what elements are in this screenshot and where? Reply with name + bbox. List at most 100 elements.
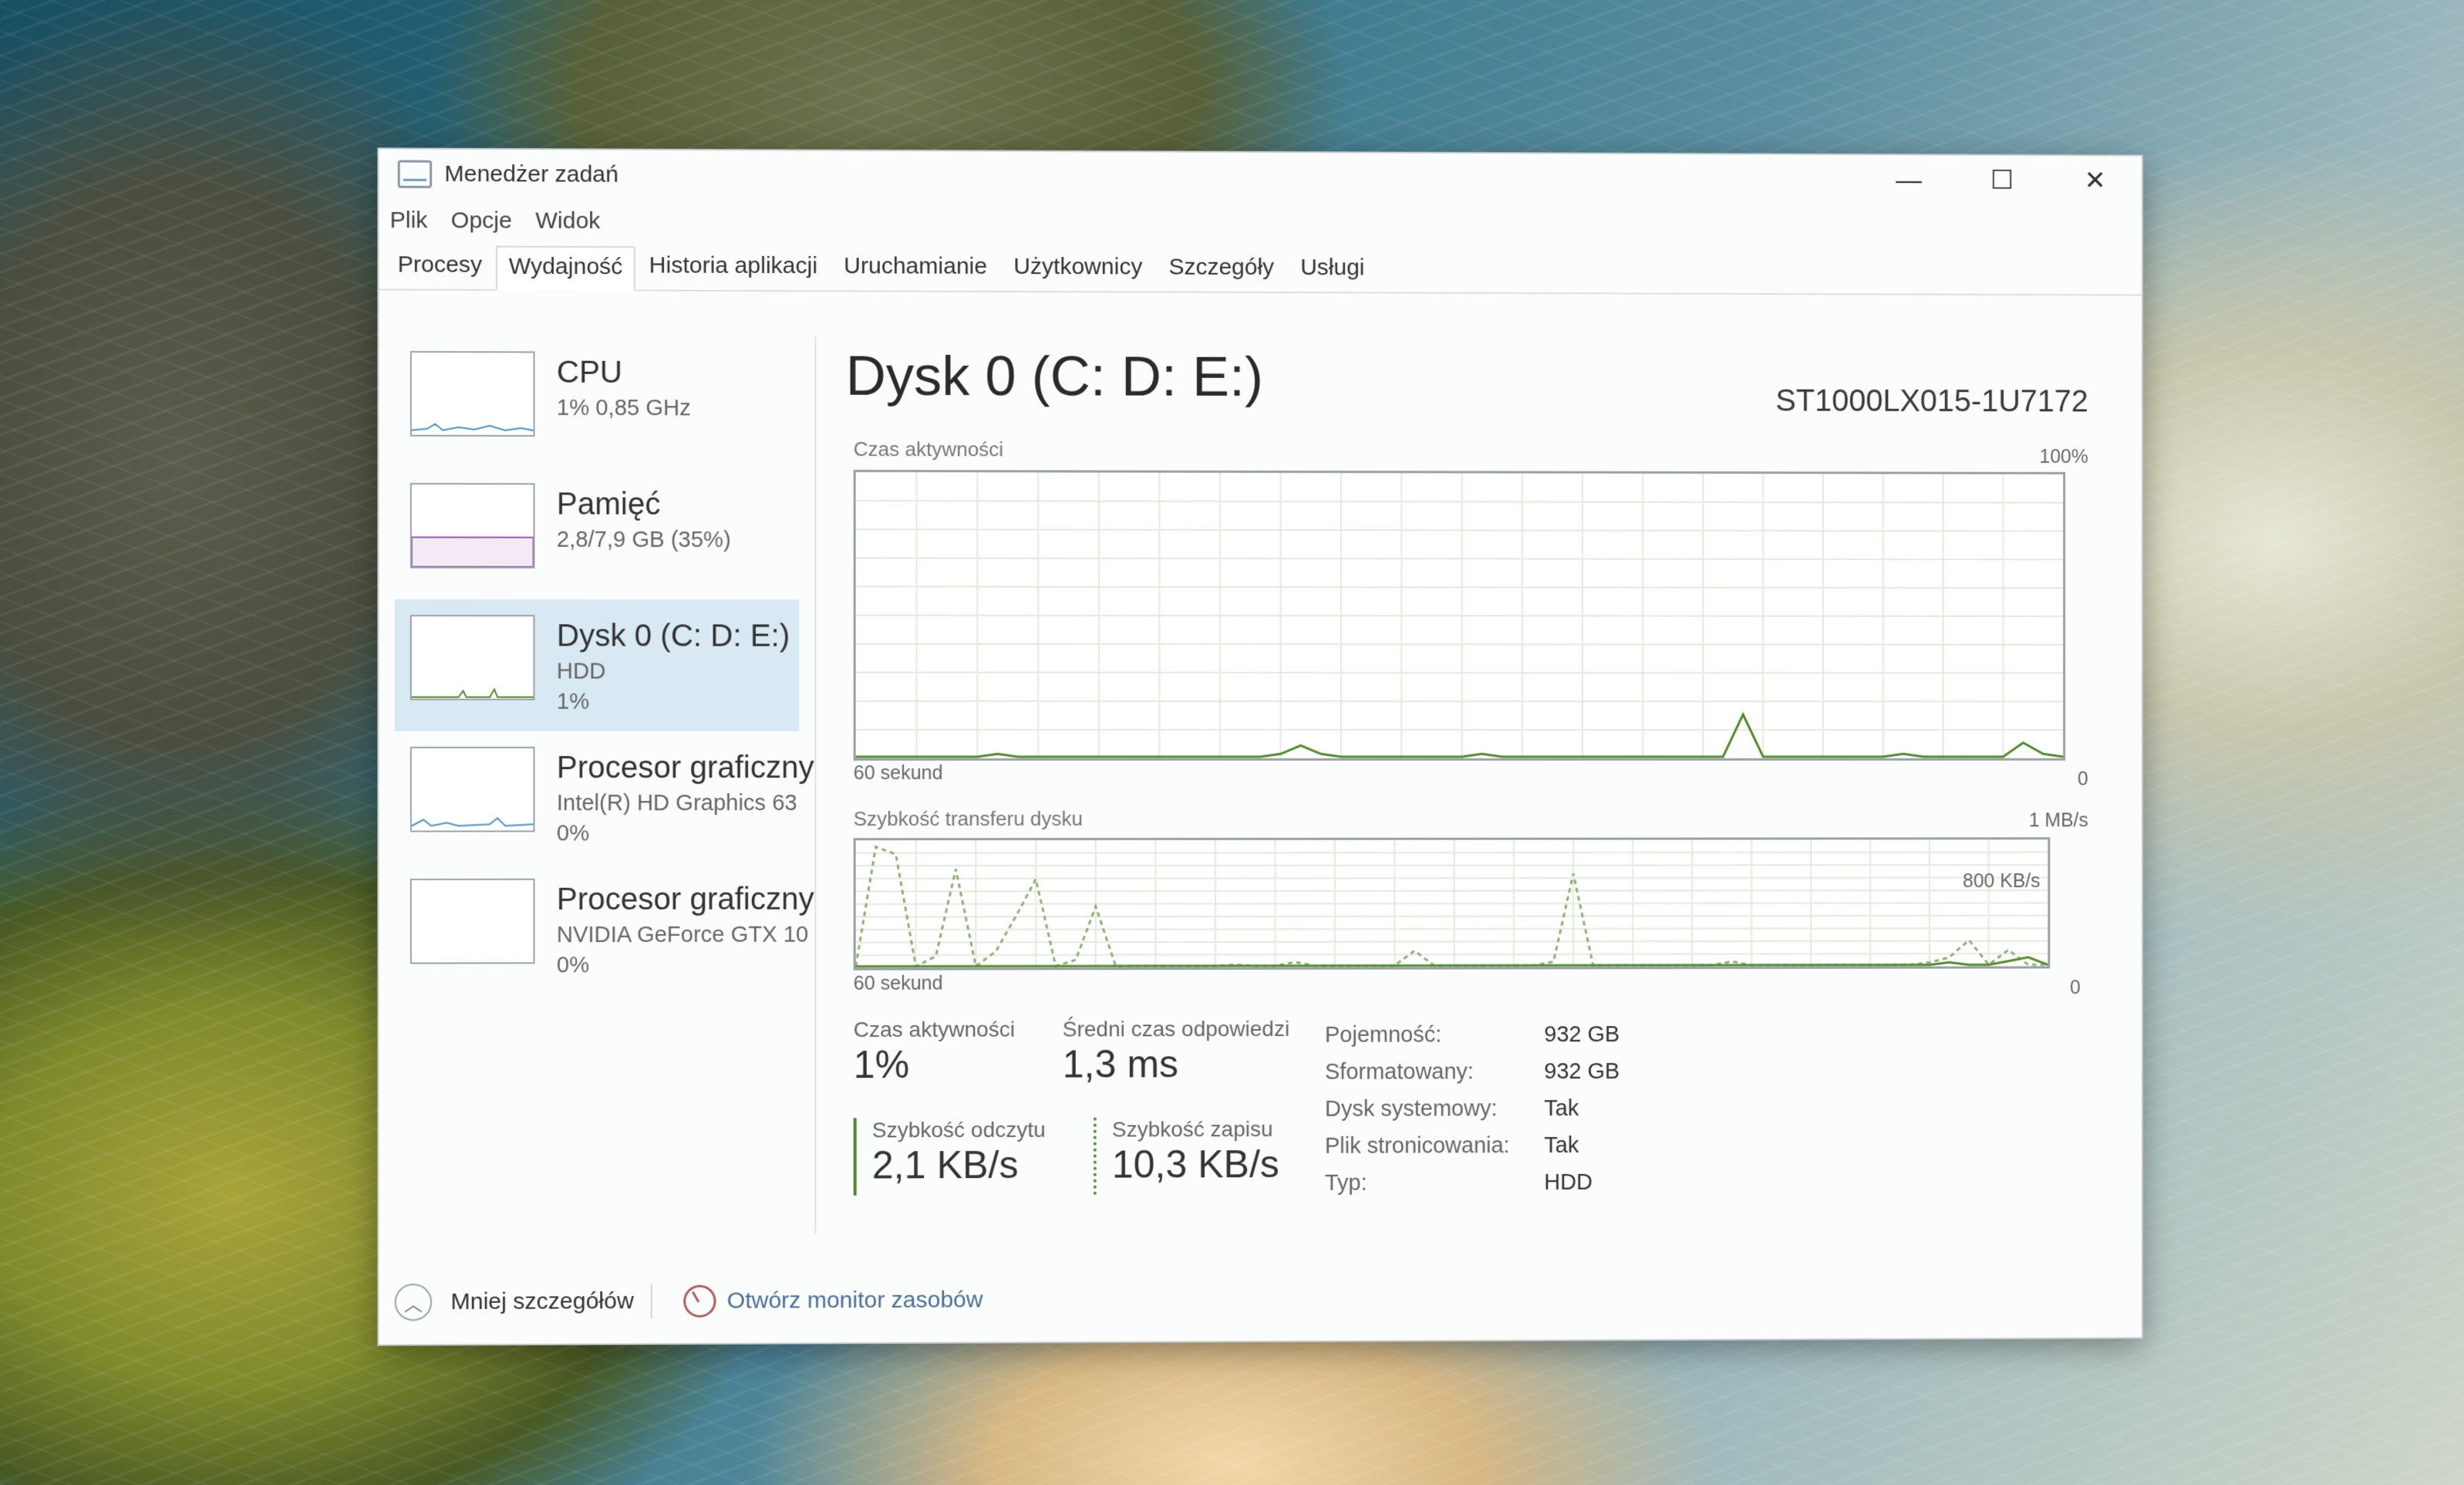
performance-sidebar: CPU 1% 0,85 GHz Pamięć 2,8/7,9 GB (35%) …	[379, 336, 816, 1236]
stat-activity: Czas aktywności 1%	[854, 1018, 1015, 1088]
menu-widok[interactable]: Widok	[535, 208, 600, 235]
sidebar-item-gpu-intel[interactable]: Procesor graficzny Intel(R) HD Graphics …	[379, 731, 814, 863]
stat-read-label: Szybkość odczytu	[872, 1118, 1046, 1143]
stat-read-value: 2,1 KB/s	[872, 1142, 1046, 1188]
activity-chart	[854, 470, 2065, 761]
sidebar-item-memory[interactable]: Pamięć 2,8/7,9 GB (35%)	[379, 467, 814, 600]
stat-write: Szybkość zapisu 10,3 KB/s	[1094, 1117, 1279, 1195]
prop-row-formatted: Sformatowany: 932 GB	[1325, 1053, 1620, 1091]
prop-page-file-value: Tak	[1544, 1132, 1579, 1158]
transfer-chart-max-label: 1 MB/s	[2029, 810, 2088, 832]
window-title: Menedżer zadań	[444, 161, 619, 188]
cpu-thumbnail-graph	[410, 351, 535, 437]
sidebar-gpu-nvidia-title: Procesor graficzny	[557, 879, 814, 921]
stat-write-label: Szybkość zapisu	[1112, 1117, 1279, 1142]
close-button[interactable]: ✕	[2048, 156, 2142, 205]
prop-row-type: Typ: HDD	[1325, 1164, 1620, 1202]
grid-line-horizontal	[856, 941, 2048, 943]
prop-system-disk-value: Tak	[1544, 1096, 1579, 1122]
sidebar-disk-type: HDD	[557, 656, 790, 687]
activity-chart-label: Czas aktywności	[854, 437, 1003, 461]
grid-line-horizontal	[856, 953, 2048, 955]
transfer-chart-mid-label: 800 KB/s	[1963, 870, 2040, 893]
gpu-intel-thumbnail-graph	[410, 747, 535, 832]
stat-activity-value: 1%	[854, 1042, 1015, 1088]
maximize-button[interactable]: ☐	[1956, 156, 2049, 205]
sidebar-disk-usage: 1%	[557, 687, 790, 717]
tab-historia-aplikacji[interactable]: Historia aplikacji	[637, 245, 830, 290]
tab-procesy[interactable]: Procesy	[385, 244, 494, 289]
menu-bar: Plik Opcje Widok	[379, 199, 2142, 248]
prop-row-system-disk: Dysk systemowy: Tak	[1325, 1090, 1620, 1128]
prop-formatted-value: 932 GB	[1544, 1059, 1620, 1085]
menu-plik[interactable]: Plik	[390, 208, 428, 234]
tab-wydajnosc[interactable]: Wydajność	[496, 246, 635, 292]
grid-line-horizontal	[856, 903, 2048, 904]
grid-line-horizontal	[856, 916, 2048, 917]
prop-row-page-file: Plik stronicowania: Tak	[1325, 1127, 1620, 1165]
transfer-chart-x-right: 0	[2070, 977, 2081, 999]
prop-capacity-value: 932 GB	[1544, 1022, 1620, 1048]
disk-model: ST1000LX015-1U7172	[1775, 384, 2088, 420]
tab-uzytkownicy[interactable]: Użytkownicy	[1001, 246, 1154, 292]
stat-read: Szybkość odczytu 2,1 KB/s	[854, 1118, 1046, 1196]
prop-type-value: HDD	[1544, 1169, 1593, 1195]
task-manager-icon	[398, 160, 433, 188]
activity-chart-max-label: 100%	[2040, 446, 2088, 468]
transfer-chart-label: Szybkość transferu dysku	[854, 807, 1083, 831]
activity-chart-x-left: 60 sekund	[854, 762, 943, 785]
prop-type-key: Typ:	[1325, 1169, 1544, 1196]
title-bar[interactable]: Menedżer zadań — ☐ ✕	[379, 149, 2142, 205]
tab-bar: Procesy Wydajność Historia aplikacji Uru…	[379, 242, 2142, 295]
activity-chart-svg	[856, 472, 2063, 758]
prop-row-capacity: Pojemność: 932 GB	[1325, 1016, 1620, 1054]
footer-bar: ︿ Mniej szczegółów Otwórz monitor zasobó…	[395, 1281, 983, 1321]
menu-opcje[interactable]: Opcje	[451, 208, 512, 234]
sidebar-disk-title: Dysk 0 (C: D: E:)	[557, 615, 790, 656]
sidebar-item-cpu[interactable]: CPU 1% 0,85 GHz	[379, 336, 814, 468]
grid-line-horizontal	[856, 878, 2048, 879]
memory-thumbnail-graph	[410, 483, 535, 569]
prop-page-file-key: Plik stronicowania:	[1325, 1133, 1544, 1159]
sidebar-gpu-nvidia-usage: 0%	[557, 950, 814, 981]
minimize-button[interactable]: —	[1862, 155, 1956, 204]
tab-szczegoly[interactable]: Szczegóły	[1156, 247, 1286, 292]
grid-line-horizontal	[856, 865, 2048, 866]
grid-line-horizontal	[856, 529, 2063, 531]
sidebar-item-gpu-nvidia[interactable]: Procesor graficzny NVIDIA GeForce GTX 10…	[379, 862, 814, 994]
tab-uslugi[interactable]: Usługi	[1288, 247, 1377, 292]
stat-activity-label: Czas aktywności	[854, 1018, 1015, 1042]
open-resource-monitor-link[interactable]: Otwórz monitor zasobów	[727, 1287, 983, 1314]
transfer-chart-svg	[856, 839, 2048, 967]
transfer-chart-x-left: 60 sekund	[854, 973, 943, 995]
resource-monitor-icon	[683, 1285, 716, 1318]
sidebar-gpu-intel-title: Procesor graficzny	[557, 747, 814, 788]
disk-properties: Pojemność: 932 GB Sformatowany: 932 GB D…	[1325, 1016, 1620, 1202]
disk-thumbnail-graph	[410, 615, 535, 700]
chevron-up-icon[interactable]: ︿	[395, 1284, 433, 1321]
sidebar-gpu-nvidia-name: NVIDIA GeForce GTX 10	[557, 920, 814, 951]
stat-response-label: Średni czas odpowiedzi	[1063, 1017, 1289, 1042]
tab-uruchamianie[interactable]: Uruchamianie	[831, 245, 999, 291]
prop-system-disk-key: Dysk systemowy:	[1325, 1096, 1544, 1122]
sidebar-memory-title: Pamięć	[557, 483, 731, 525]
grid-line-horizontal	[856, 852, 2048, 853]
prop-formatted-key: Sformatowany:	[1325, 1059, 1544, 1085]
sidebar-item-disk-0[interactable]: Dysk 0 (C: D: E:) HDD 1%	[395, 599, 800, 731]
footer-separator	[651, 1284, 652, 1318]
stat-write-value: 10,3 KB/s	[1112, 1142, 1279, 1187]
grid-line-horizontal	[856, 928, 2048, 930]
prop-capacity-key: Pojemność:	[1325, 1022, 1544, 1048]
grid-line-horizontal	[856, 586, 2063, 588]
sidebar-memory-usage: 2,8/7,9 GB (35%)	[557, 525, 731, 556]
grid-line-horizontal	[856, 501, 2063, 503]
fewer-details-button[interactable]: Mniej szczegółów	[450, 1288, 633, 1315]
gpu-nvidia-thumbnail-graph	[410, 879, 535, 964]
activity-chart-x-right: 0	[2078, 768, 2088, 791]
stat-response-value: 1,3 ms	[1063, 1041, 1289, 1087]
task-manager-window: Menedżer zadań — ☐ ✕ Plik Opcje Widok Pr…	[377, 147, 2143, 1345]
sidebar-gpu-intel-usage: 0%	[557, 818, 814, 849]
stat-response: Średni czas odpowiedzi 1,3 ms	[1063, 1017, 1289, 1087]
transfer-svg-series-0-line	[856, 846, 2048, 967]
grid-line-horizontal	[856, 644, 2063, 645]
